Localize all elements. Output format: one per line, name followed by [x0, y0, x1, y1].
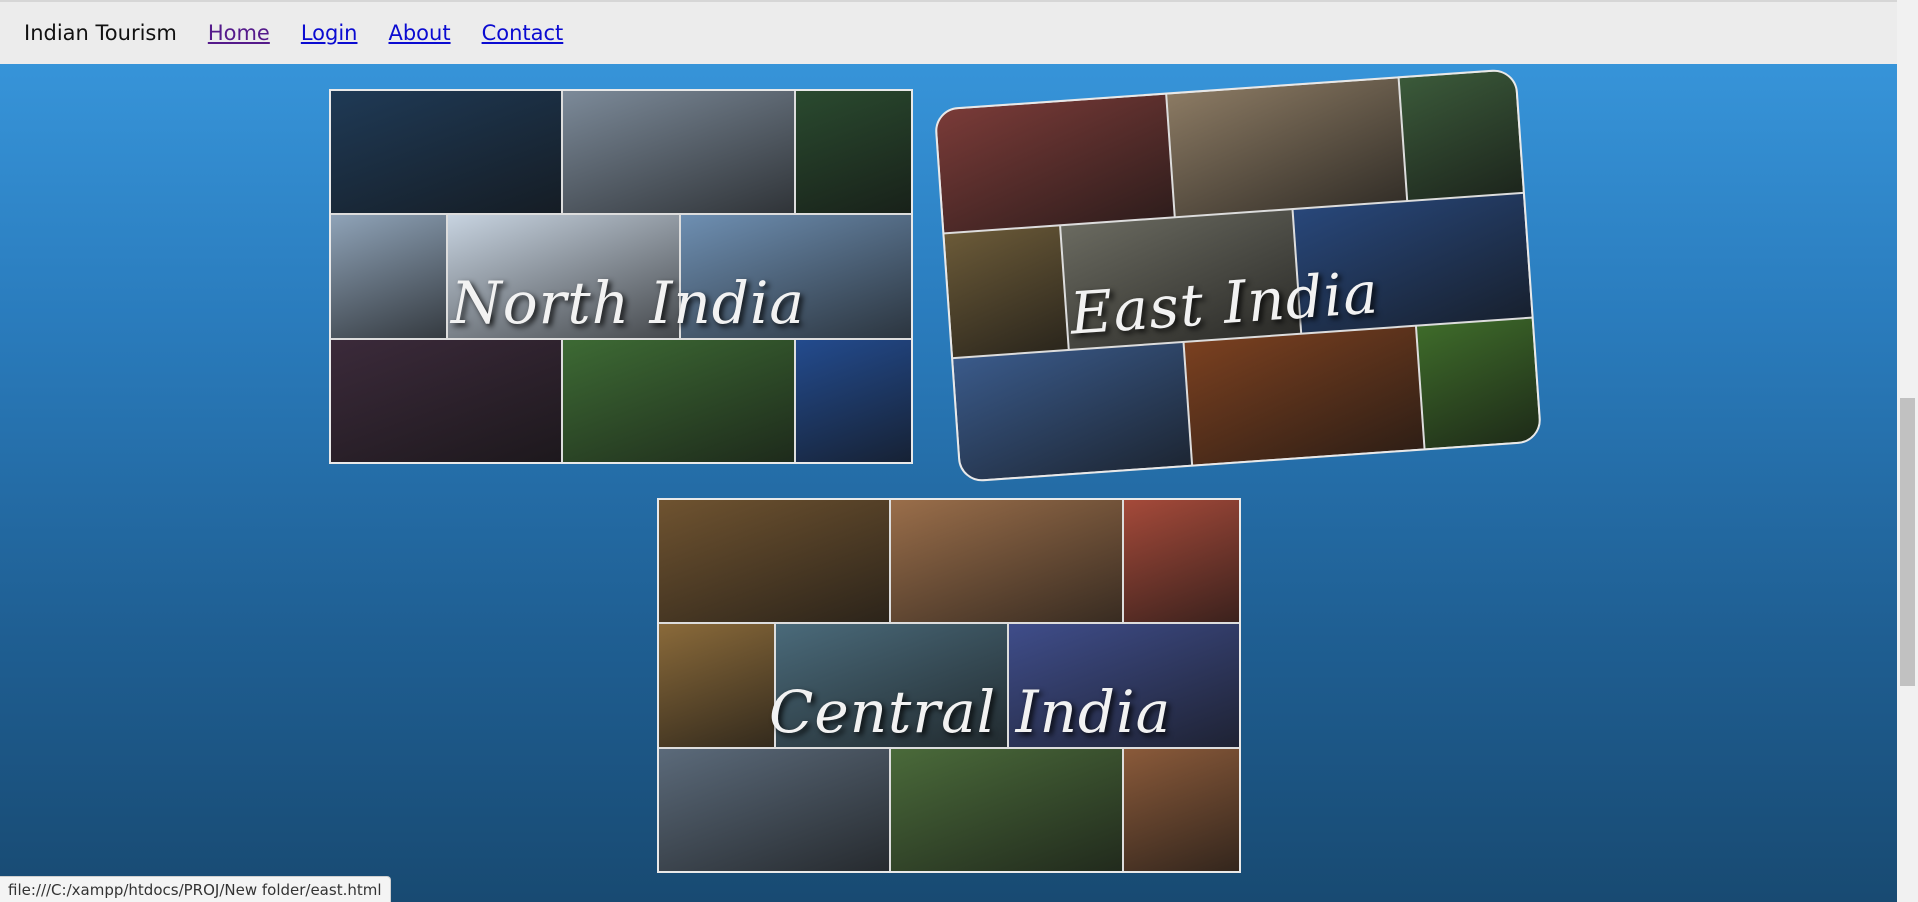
collage-photo — [1123, 500, 1239, 623]
collage-photo — [659, 500, 890, 623]
scrollbar-thumb[interactable] — [1900, 398, 1915, 686]
collage-row — [331, 339, 911, 462]
collage-photo — [935, 94, 1175, 233]
collage-row — [331, 91, 911, 214]
collage-photo — [1123, 748, 1239, 871]
nav-link-login[interactable]: Login — [301, 21, 358, 45]
collage-photo — [563, 91, 794, 214]
top-navbar: Indian Tourism Home Login About Contact — [0, 0, 1897, 64]
collage-photo — [776, 624, 1007, 747]
collage-photo — [1061, 210, 1300, 349]
collage-photo — [563, 339, 794, 462]
collage-photo — [1416, 318, 1541, 449]
collage-photo — [448, 215, 679, 338]
collage-photo — [795, 91, 911, 214]
collage-photo — [680, 215, 911, 338]
collage-photo — [795, 339, 911, 462]
collage-photo — [891, 748, 1122, 871]
collage-photo — [331, 339, 562, 462]
collage-photo — [953, 342, 1192, 481]
collage-photo — [944, 226, 1068, 357]
page-scrollbar[interactable] — [1897, 0, 1918, 902]
collage-photo — [659, 624, 775, 747]
nav-link-about[interactable]: About — [388, 21, 450, 45]
site-brand: Indian Tourism — [24, 21, 177, 45]
collage-photo — [1184, 326, 1424, 465]
status-bar-url: file:///C:/xampp/htdocs/PROJ/New folder/… — [0, 876, 391, 902]
central-india-collage[interactable]: Central India — [657, 498, 1241, 873]
collage-photo — [331, 215, 447, 338]
collage-row — [331, 215, 911, 338]
collage-photo — [1399, 70, 1523, 201]
collage-photo — [331, 91, 562, 214]
nav-link-home[interactable]: Home — [208, 21, 270, 45]
collage-row — [659, 748, 1239, 871]
east-india-collage[interactable]: East India — [933, 68, 1543, 483]
collage-photo — [659, 748, 890, 871]
collage-row — [659, 500, 1239, 623]
collage-photo — [1293, 194, 1532, 333]
collage-photo — [1167, 78, 1406, 217]
nav-link-contact[interactable]: Contact — [482, 21, 564, 45]
collage-photo — [1008, 624, 1239, 747]
collage-row — [659, 624, 1239, 747]
collage-photo — [891, 500, 1122, 623]
north-india-collage[interactable]: North India — [329, 89, 913, 464]
